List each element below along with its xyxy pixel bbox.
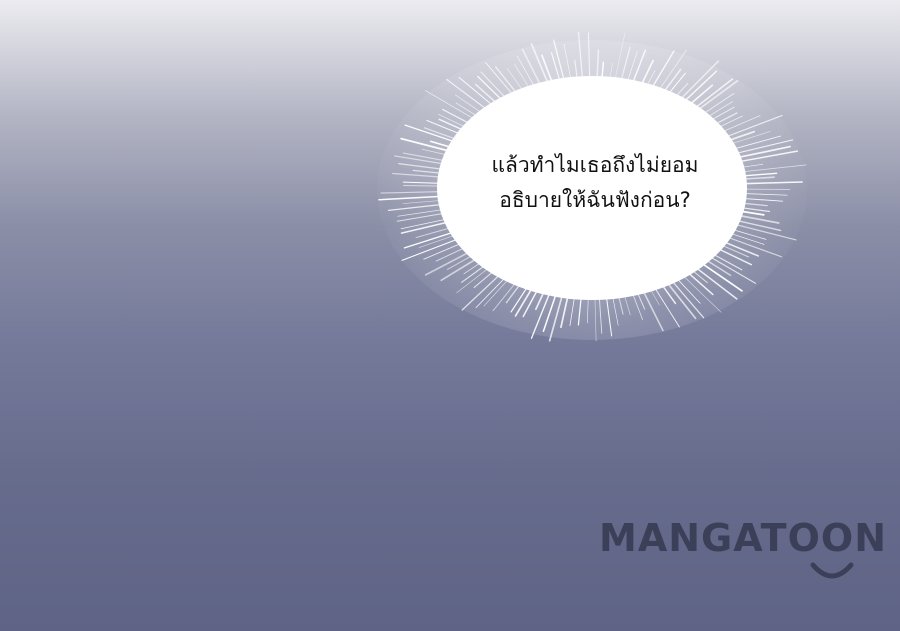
- speech-line-1: แล้วทำไมเธอถึงไม่ยอม: [491, 153, 699, 177]
- speech-bubble-text: แล้วทำไมเธอถึงไม่ยอม อธิบายให้ฉันฟังก่อน…: [440, 148, 750, 218]
- comic-panel: แล้วทำไมเธอถึงไม่ยอม อธิบายให้ฉันฟังก่อน…: [0, 0, 900, 631]
- mangatoon-watermark: MANGATOON: [599, 513, 900, 583]
- watermark-text: MANGATOON: [599, 516, 888, 560]
- smile-logo-icon: [810, 562, 854, 579]
- speech-line-2: อธิบายให้ฉันฟังก่อน?: [499, 188, 691, 212]
